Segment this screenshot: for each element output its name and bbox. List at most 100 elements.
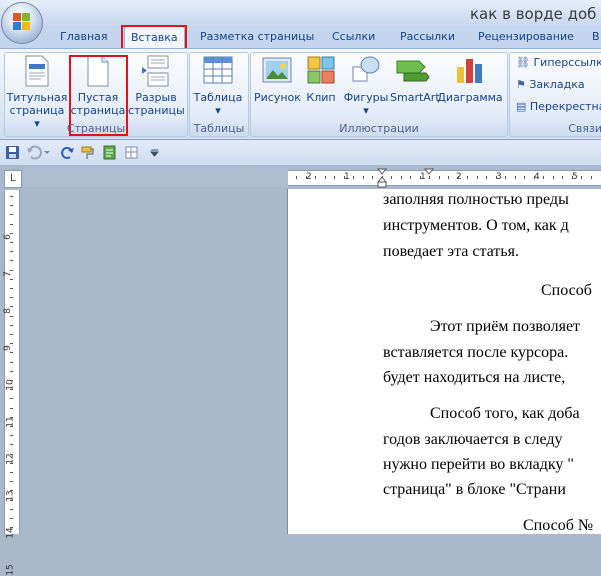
format-painter-icon[interactable] — [80, 145, 95, 160]
v-ruler-mark — [10, 380, 13, 381]
h-ruler-mark — [306, 176, 307, 179]
shapes-label-2: ▾ — [363, 104, 369, 117]
page-break-icon — [142, 55, 169, 87]
picture-button[interactable]: Рисунок — [254, 55, 301, 104]
tables-group-label: Таблицы — [193, 122, 245, 135]
cover-page-icon — [25, 55, 49, 87]
tab-home[interactable]: Главная — [60, 26, 108, 48]
hyperlink-icon: ⛓ — [516, 56, 530, 69]
hyperlink-button[interactable]: ⛓ Гиперссылка — [516, 56, 601, 69]
v-ruler-mark — [10, 527, 13, 528]
v-ruler-mark — [10, 417, 13, 418]
v-ruler-tick: 14 — [5, 527, 16, 539]
v-ruler-mark — [10, 334, 13, 335]
shapes-icon — [352, 56, 380, 82]
v-ruler-mark — [10, 260, 13, 261]
v-ruler-mark — [10, 371, 13, 372]
v-ruler-mark — [10, 509, 13, 510]
tab-mailings[interactable]: Рассылки — [400, 26, 455, 48]
tab-insert[interactable]: Вставка — [124, 26, 185, 49]
v-ruler-mark — [10, 398, 13, 399]
undo-icon[interactable] — [26, 145, 50, 160]
tab-view[interactable]: В — [592, 26, 600, 48]
cross-reference-button[interactable]: ▤ Перекрестная — [516, 100, 601, 113]
tab-references[interactable]: Ссылки — [332, 26, 375, 48]
h-ruler-mark — [325, 176, 326, 179]
shapes-label-1: Фигуры — [343, 91, 389, 104]
v-ruler-mark — [10, 352, 13, 353]
first-line-indent-icon[interactable] — [424, 168, 434, 176]
illustrations-group-label: Иллюстрации — [339, 122, 419, 135]
h-ruler-mark — [477, 176, 478, 179]
bookmark-label: Закладка — [529, 78, 585, 91]
chart-icon — [457, 59, 482, 83]
table-button[interactable]: Таблица ▾ — [191, 55, 245, 117]
h-ruler-mark — [591, 176, 592, 179]
doc-line: Этот приём позволяет — [430, 318, 581, 335]
indent-marker-icon[interactable] — [377, 168, 387, 188]
redo-icon[interactable] — [60, 145, 75, 160]
v-ruler-mark — [10, 463, 13, 464]
h-ruler-mark — [572, 176, 573, 179]
h-ruler-mark — [296, 176, 297, 179]
clip-button[interactable]: Клип — [302, 55, 340, 104]
v-ruler-mark — [10, 472, 13, 473]
smartart-icon — [396, 60, 430, 82]
h-ruler-mark — [448, 176, 449, 179]
chart-label: Диаграмма — [437, 91, 503, 104]
h-ruler-mark — [315, 176, 316, 179]
doc-line: нужно перейти во вкладку " — [383, 456, 574, 473]
tab-review[interactable]: Рецензирование — [478, 26, 574, 48]
chart-button[interactable]: Диаграмма — [436, 55, 504, 104]
v-ruler-mark — [10, 325, 13, 326]
table-label-1: Таблица — [193, 91, 243, 104]
v-ruler-mark — [10, 500, 13, 501]
v-ruler-mark — [10, 490, 13, 491]
v-ruler-mark — [10, 426, 13, 427]
doc-line: страница" в блоке "Страни — [383, 481, 566, 498]
page-break-button[interactable]: Разрыв страницы — [128, 55, 185, 117]
v-ruler-mark — [10, 279, 13, 280]
picture-label: Рисунок — [254, 91, 301, 104]
h-ruler-mark — [458, 176, 459, 179]
tab-page-layout[interactable]: Разметка страницы — [200, 26, 314, 48]
spelling-icon[interactable] — [102, 145, 117, 160]
v-ruler-mark — [10, 444, 13, 445]
v-ruler-mark — [10, 408, 13, 409]
office-button[interactable] — [2, 3, 42, 43]
doc-line: будет находиться на листе, — [383, 369, 566, 386]
v-ruler-mark — [10, 518, 13, 519]
v-ruler-mark — [10, 297, 13, 298]
h-ruler-mark — [372, 176, 373, 179]
v-ruler-mark — [10, 233, 13, 234]
h-ruler-mark — [505, 176, 506, 179]
save-icon[interactable] — [5, 145, 20, 160]
draw-table-icon[interactable] — [124, 145, 139, 160]
customize-toolbar-icon[interactable] — [150, 148, 159, 157]
v-ruler-mark — [10, 214, 13, 215]
doc-heading: Способ № — [523, 517, 594, 534]
doc-line: заполняя полностью преды — [383, 191, 569, 208]
v-ruler-mark — [10, 288, 13, 289]
cover-page-button[interactable]: Титульная страница ▾ — [6, 55, 68, 130]
h-ruler-mark — [391, 176, 392, 179]
blank-page-button[interactable]: Пустая страница — [70, 55, 126, 117]
tab-selector[interactable]: L — [4, 170, 22, 188]
office-logo-icon — [13, 13, 31, 31]
clip-label: Клип — [306, 91, 336, 104]
v-ruler-mark — [10, 196, 13, 197]
v-ruler-mark — [10, 242, 13, 243]
h-ruler-mark — [429, 176, 430, 179]
links-group-label: Связи — [568, 122, 601, 135]
blank-page-label-1: Пустая — [77, 91, 119, 104]
smartart-button[interactable]: SmartArt — [390, 55, 440, 104]
h-ruler-mark — [486, 176, 487, 179]
v-ruler-mark — [10, 205, 13, 206]
v-ruler-tick: 6 — [2, 234, 13, 240]
picture-icon — [262, 57, 292, 83]
blank-page-icon — [87, 55, 109, 87]
v-ruler-mark — [10, 389, 13, 390]
v-ruler-tick: 15 — [5, 564, 16, 576]
shapes-button[interactable]: Фигуры ▾ — [342, 55, 390, 117]
bookmark-button[interactable]: ⚑ Закладка — [516, 78, 585, 91]
